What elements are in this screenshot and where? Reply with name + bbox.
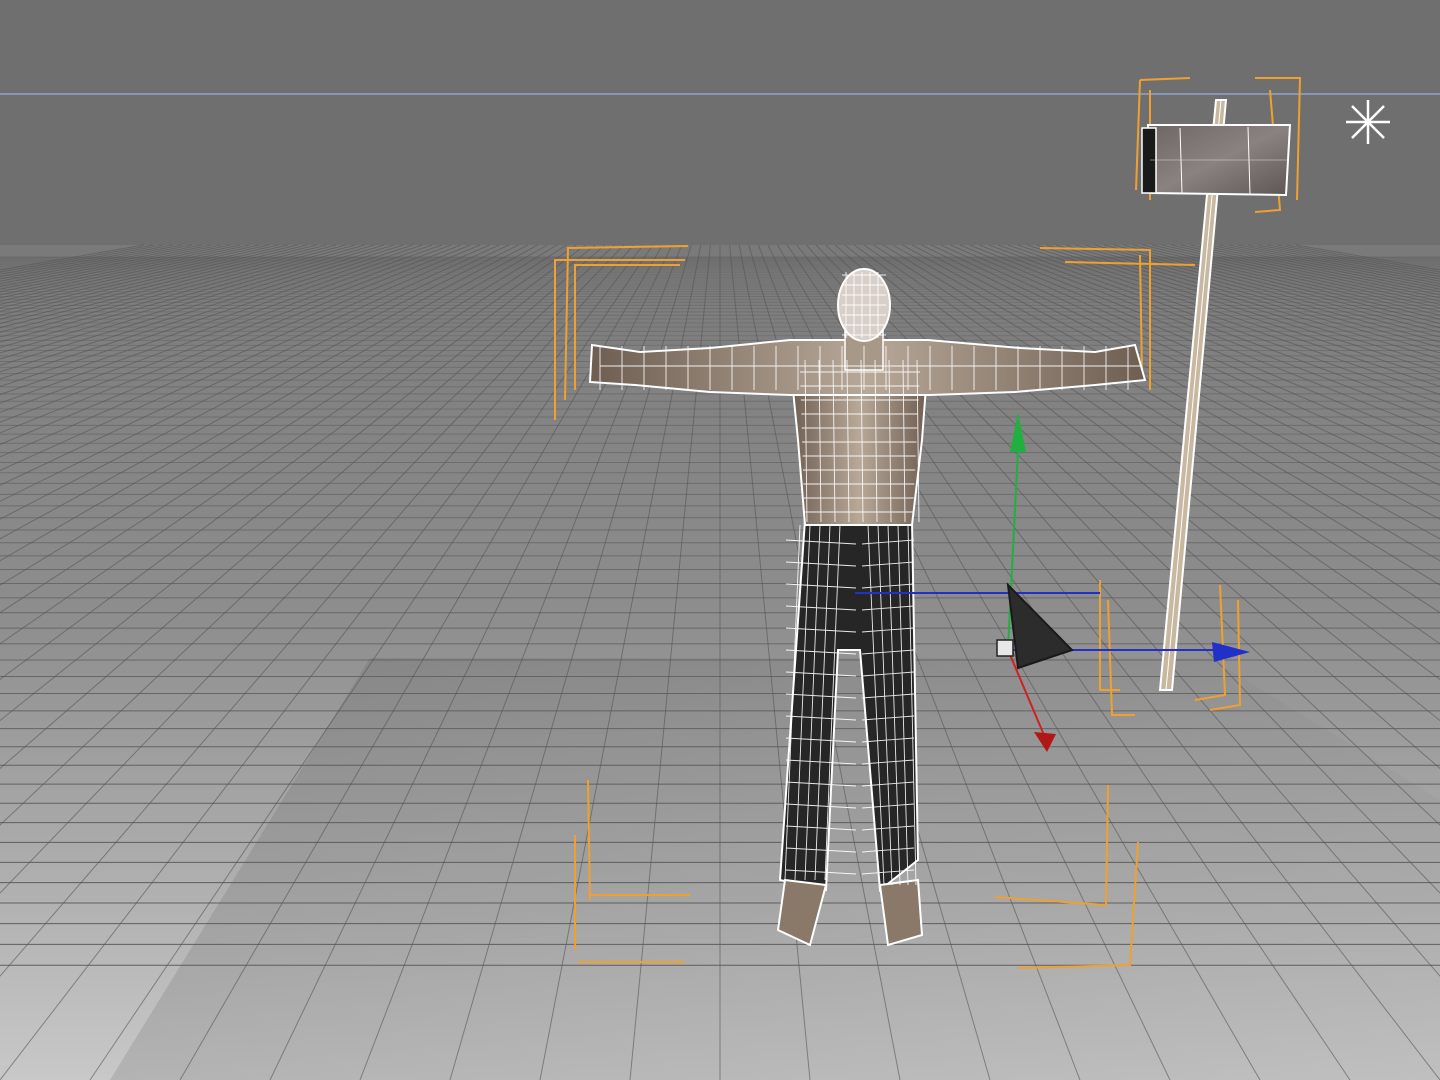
3d-viewport[interactable] <box>0 0 1440 1080</box>
point-light-icon[interactable] <box>1346 100 1390 144</box>
scene-canvas[interactable] <box>0 0 1440 1080</box>
gizmo-center-handle[interactable] <box>996 639 1014 657</box>
